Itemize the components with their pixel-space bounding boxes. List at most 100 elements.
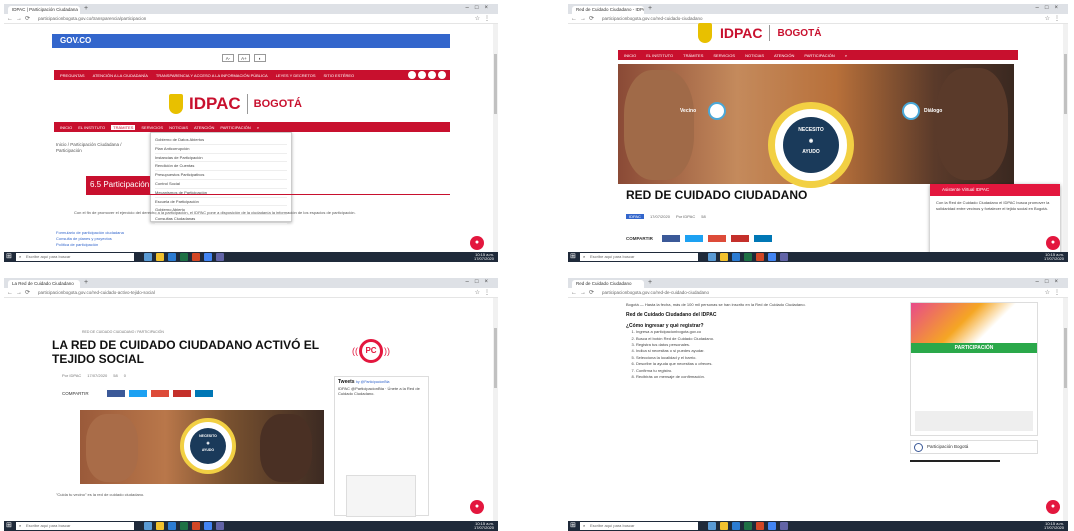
window-controls[interactable]: –□×	[466, 5, 494, 11]
google-share-button[interactable]	[707, 235, 726, 242]
facebook-icon[interactable]	[408, 71, 416, 79]
teams-icon[interactable]	[216, 253, 224, 261]
chrome-icon[interactable]	[204, 522, 212, 530]
nav-item[interactable]: PARTICIPACIÓN	[220, 125, 250, 130]
search-icon[interactable]: ⌕	[845, 53, 847, 58]
windows-start-icon[interactable]: ⊞	[570, 522, 578, 530]
scrollbar[interactable]	[493, 24, 498, 252]
nav-item[interactable]: NOTICIAS	[745, 53, 764, 58]
chrome-icon[interactable]	[204, 253, 212, 261]
list-link[interactable]: Política de participación	[56, 242, 124, 248]
dropdown-item[interactable]: Escuela de Participación	[155, 198, 287, 207]
scrollbar-thumb[interactable]	[494, 54, 497, 114]
nav-buttons[interactable]: ←→⟳	[7, 289, 33, 296]
taskbar-search[interactable]: ⌕ Escribe aquí para buscar	[580, 522, 698, 530]
app-icon[interactable]	[144, 522, 152, 530]
site-logo[interactable]: IDPAC BOGOTÁ	[169, 90, 349, 118]
app-icon[interactable]	[144, 253, 152, 261]
browser-tab[interactable]: Red de Cuidado Ciudadano	[572, 280, 644, 288]
folder-icon[interactable]	[720, 522, 728, 530]
url-field[interactable]: participacionbogota.gov.co/transparencia…	[38, 16, 458, 22]
windows-start-icon[interactable]: ⊞	[6, 253, 14, 261]
star-icon[interactable]: ☆⋮	[475, 15, 494, 22]
dropdown-item[interactable]: Control Social	[155, 180, 287, 189]
taskbar-search[interactable]: ⌕ Escribe aquí para buscar	[16, 253, 134, 261]
star-icon[interactable]: ☆⋮	[1045, 289, 1064, 296]
system-clock[interactable]: 10:15 a.m. 17/07/2020	[474, 253, 494, 261]
twitter-share-button[interactable]	[684, 235, 703, 242]
system-clock[interactable]: 10:15 a.m. 17/07/2020	[1044, 522, 1064, 530]
url-field[interactable]: participacionbogota.gov.co/red-cuidado-a…	[38, 290, 458, 296]
category-badge[interactable]: IDPAC	[626, 214, 644, 219]
font-increase-button[interactable]: A+	[238, 54, 250, 62]
taskbar-search[interactable]: ⌕ Escribe aquí para buscar	[16, 522, 134, 530]
pinterest-share-button[interactable]	[730, 235, 749, 242]
govco-bar[interactable]: GOV.CO	[52, 34, 450, 48]
nav-item[interactable]: TRÁMITES	[683, 53, 703, 58]
nav-item-active[interactable]: TRÁMITES	[111, 124, 136, 130]
chat-icon[interactable]: ●	[470, 500, 484, 514]
nav-item[interactable]: INICIO	[624, 53, 636, 58]
browser-tab[interactable]: Red de Cuidado Ciudadano - IDPAC	[572, 6, 644, 14]
chrome-icon[interactable]	[768, 522, 776, 530]
tweets-by[interactable]: by @ParticipacionBta	[356, 380, 390, 384]
dropdown-item[interactable]: Presupuestos Participativos	[155, 171, 287, 180]
nav-buttons[interactable]: ←→⟳	[571, 15, 597, 22]
excel-icon[interactable]	[180, 253, 188, 261]
excel-icon[interactable]	[180, 522, 188, 530]
powerpoint-icon[interactable]	[192, 522, 200, 530]
nav-buttons[interactable]: ←→⟳	[7, 15, 33, 22]
teams-icon[interactable]	[780, 253, 788, 261]
star-icon[interactable]: ☆⋮	[1045, 15, 1064, 22]
browser-tab[interactable]: La Red de Cuidado Ciudadano	[8, 280, 80, 288]
linkedin-share-button[interactable]	[753, 235, 772, 242]
dropdown-item[interactable]: Plan Anticorrupción	[155, 145, 287, 154]
nav-item[interactable]: ATENCIÓN	[194, 125, 214, 130]
nav-item[interactable]: ATENCIÓN	[774, 53, 794, 58]
dropdown-item[interactable]: Instancias de Participación	[155, 154, 287, 163]
window-controls[interactable]: –□×	[1036, 5, 1064, 11]
nav-item[interactable]: SERVICIOS	[141, 125, 163, 130]
facebook-page-widget[interactable]: Participación Bogotá	[910, 440, 1038, 454]
excel-icon[interactable]	[744, 522, 752, 530]
new-tab-icon[interactable]: +	[648, 279, 652, 286]
nav-item[interactable]: EL INSTITUTO	[78, 125, 105, 130]
browser-tab[interactable]: IDPAC | Participación Ciudadana	[8, 6, 80, 14]
facebook-page-name[interactable]: Participación Bogotá	[927, 444, 968, 449]
nav-item[interactable]: SERVICIOS	[713, 53, 735, 58]
dropdown-item[interactable]: Consultas Ciudadanas	[155, 215, 287, 224]
window-controls[interactable]: –□×	[466, 279, 494, 285]
nav-item[interactable]: PARTICIPACIÓN	[804, 53, 834, 58]
twitter-share-button[interactable]	[128, 390, 147, 397]
facebook-share-button[interactable]	[106, 390, 125, 397]
word-icon[interactable]	[168, 522, 176, 530]
word-icon[interactable]	[732, 253, 740, 261]
teams-icon[interactable]	[780, 522, 788, 530]
new-tab-icon[interactable]: +	[84, 279, 88, 286]
system-clock[interactable]: 10:15 a.m. 17/07/2020	[1044, 253, 1064, 261]
window-controls[interactable]: –□×	[1036, 279, 1064, 285]
star-icon[interactable]: ☆⋮	[475, 289, 494, 296]
chat-icon[interactable]: ●	[470, 236, 484, 250]
pinterest-share-button[interactable]	[172, 390, 191, 397]
app-icon[interactable]	[708, 253, 716, 261]
campaign-poster[interactable]: PARTICIPACIÓN	[910, 302, 1038, 436]
twitter-widget[interactable]: Tweets by @ParticipacionBta IDPAC @Parti…	[334, 376, 429, 517]
site-logo[interactable]: IDPAC BOGOTÁ	[698, 22, 958, 44]
new-tab-icon[interactable]: +	[84, 5, 88, 12]
google-share-button[interactable]	[150, 390, 169, 397]
nav-item[interactable]: INICIO	[60, 125, 72, 130]
system-clock[interactable]: 10:15 a.m. 17/07/2020	[474, 522, 494, 530]
top-link[interactable]: LEYES Y DECRETOS	[276, 73, 316, 78]
taskbar-search[interactable]: ⌕ Escribe aquí para buscar	[580, 253, 698, 261]
dropdown-item[interactable]: Rendición de Cuentas	[155, 162, 287, 172]
chat-icon[interactable]: ●	[1046, 500, 1060, 514]
scrollbar-thumb[interactable]	[494, 328, 497, 388]
excel-icon[interactable]	[744, 253, 752, 261]
nav-item[interactable]: NOTICIAS	[169, 125, 188, 130]
word-icon[interactable]	[732, 522, 740, 530]
tweet-image[interactable]	[346, 474, 416, 517]
new-tab-icon[interactable]: +	[648, 5, 652, 12]
windows-start-icon[interactable]: ⊞	[570, 253, 578, 261]
scrollbar-thumb[interactable]	[1064, 328, 1067, 388]
